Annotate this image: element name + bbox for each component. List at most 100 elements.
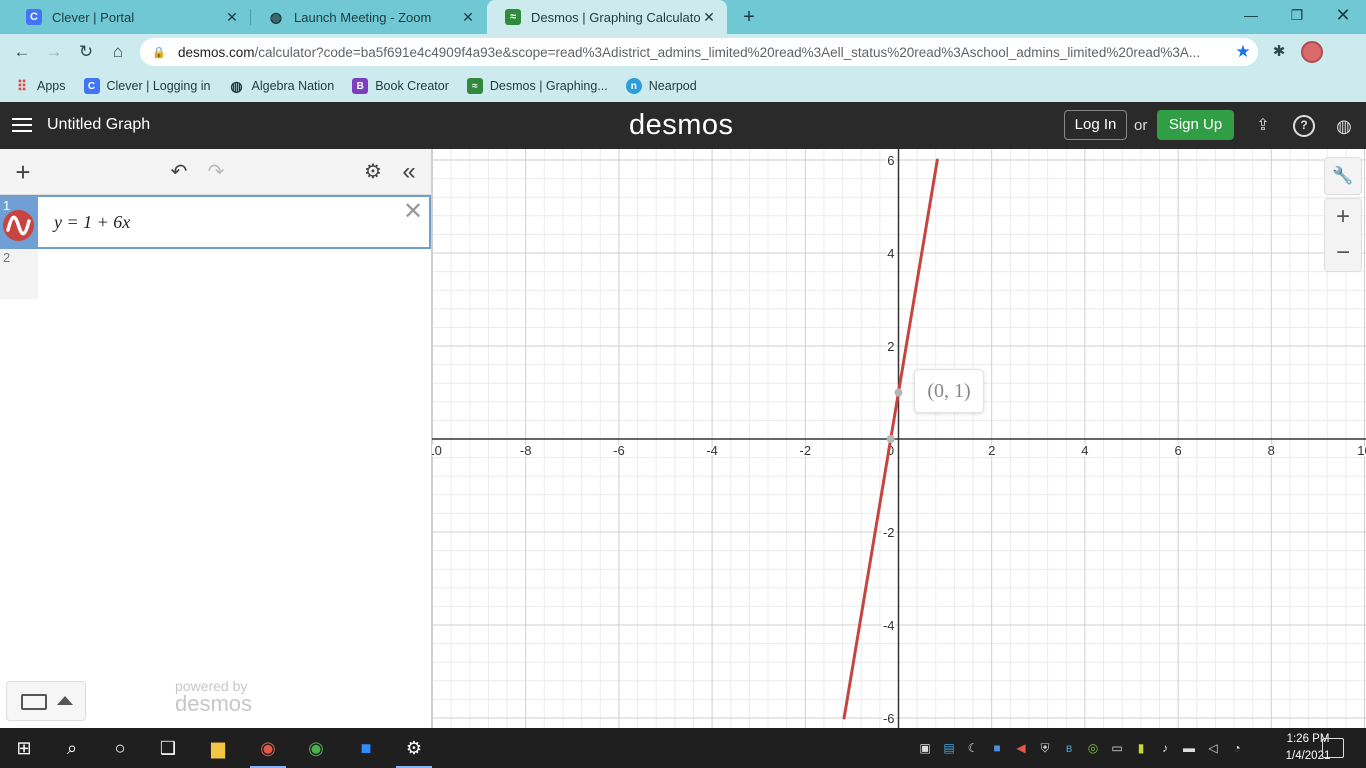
minimize-icon[interactable]: — (1228, 0, 1274, 32)
close-icon[interactable]: ✕ (701, 9, 717, 26)
redo-icon[interactable]: ↷ (203, 159, 229, 185)
y-tick-label: -2 (883, 525, 895, 540)
language-globe-icon[interactable]: ◍ (1333, 115, 1355, 137)
y-tick-label: -6 (883, 711, 895, 726)
new-tab-icon[interactable]: + (737, 5, 761, 29)
volume-icon[interactable]: ◁ (1205, 740, 1221, 756)
help-icon[interactable]: ? (1293, 115, 1315, 137)
nearpod-icon: n (625, 78, 642, 94)
bookmark-book-creator[interactable]: B Book Creator (352, 78, 449, 94)
bookmark-label: Desmos | Graphing... (489, 79, 608, 93)
tray-display-icon[interactable]: ▭ (1109, 740, 1125, 756)
tray-app-icon[interactable]: ▤ (941, 740, 957, 756)
collapse-panel-icon[interactable]: « (396, 159, 422, 185)
windows-taskbar: ⊞ ⌕ ○ ❑ ▆ ◉ ◉ ■ ⚙ ▣ ▤ ☾ ■ ◀ ⛨ ʙ ◎ ▭ ▮ ♪ … (0, 728, 1366, 768)
bookmark-label: Algebra Nation (251, 79, 335, 93)
extensions-puzzle-icon[interactable]: ✱ (1267, 40, 1291, 64)
tray-zoom-icon[interactable]: ■ (989, 740, 1005, 756)
expression-input[interactable]: y = 1 + 6x (54, 212, 130, 233)
restore-icon[interactable]: ❐ (1274, 0, 1320, 32)
zoom-in-icon[interactable]: + (1325, 199, 1361, 235)
add-item-icon[interactable]: + (10, 159, 36, 185)
graph-canvas[interactable]: -10-8-6-4-20246810-6-4-2246 (432, 149, 1366, 728)
settings-gear-icon[interactable]: ⚙ (360, 159, 386, 185)
cortana-icon[interactable]: ○ (96, 728, 144, 768)
profile-avatar[interactable] (1301, 41, 1323, 63)
back-icon[interactable]: ← (8, 38, 36, 66)
bookmark-nearpod[interactable]: n Nearpod (625, 78, 697, 94)
url-text[interactable]: desmos.com/calculator?code=ba5f691e4c490… (178, 45, 1228, 60)
address-bar[interactable]: 🔒 desmos.com/calculator?code=ba5f691e4c4… (140, 38, 1258, 66)
close-icon[interactable]: ✕ (224, 9, 240, 26)
chrome-profile-icon[interactable]: ◉ (244, 728, 292, 768)
tray-app-icon[interactable]: ◎ (1085, 740, 1101, 756)
bookmark-algebra-nation[interactable]: ◍ Algebra Nation (229, 78, 335, 94)
microphone-icon[interactable]: ♪ (1157, 740, 1173, 756)
curve-style-icon (6, 215, 31, 236)
close-icon[interactable]: ✕ (460, 9, 476, 26)
x-tick-label: -2 (800, 443, 812, 458)
tab-zoom[interactable]: ◍ Launch Meeting - Zoom ✕ (250, 0, 486, 34)
expression-row-2[interactable]: 2 (0, 249, 431, 299)
notification-center-icon[interactable] (1322, 738, 1344, 758)
caret-up-icon (57, 696, 73, 705)
expression-gutter: 1 (0, 197, 38, 247)
expression-gutter: 2 (0, 249, 38, 299)
home-icon[interactable]: ⌂ (104, 38, 132, 66)
hamburger-menu-icon[interactable] (12, 115, 32, 135)
bluetooth-icon[interactable]: ʙ (1061, 740, 1077, 756)
forward-icon[interactable]: → (40, 38, 68, 66)
tab-title: Desmos | Graphing Calculator (531, 9, 701, 25)
task-view-icon[interactable]: ❑ (144, 728, 192, 768)
tray-defender-icon[interactable]: ⛨ (1037, 740, 1053, 756)
tray-speaker-muted-icon[interactable]: ◀ (1013, 740, 1029, 756)
battery-icon[interactable]: ▬ (1181, 740, 1197, 756)
tray-moon-icon[interactable]: ☾ (965, 740, 981, 756)
undo-icon[interactable]: ↶ (166, 159, 192, 185)
expression-row-1[interactable]: 1 y = 1 + 6x ✕ (0, 195, 431, 249)
wifi-icon[interactable]: ◔ (1229, 740, 1245, 756)
settings-icon[interactable]: ⚙ (390, 728, 438, 768)
powered-by-logo: desmos (175, 691, 253, 716)
keypad-toggle-button[interactable] (6, 681, 86, 721)
bookmark-desmos[interactable]: ≈ Desmos | Graphing... (466, 78, 608, 94)
zoom-out-icon[interactable]: − (1325, 235, 1361, 271)
tab-clever[interactable]: C Clever | Portal ✕ (8, 0, 250, 34)
graph-settings-wrench-icon[interactable]: 🔧 (1324, 157, 1362, 195)
clever-icon: C (26, 9, 42, 25)
clever-icon: C (83, 78, 100, 94)
tab-desmos[interactable]: ≈ Desmos | Graphing Calculator ✕ (487, 0, 727, 34)
x-tick-label: 8 (1268, 443, 1275, 458)
y-tick-label: 6 (887, 153, 894, 168)
desmos-logo: desmos (629, 109, 734, 141)
bookmark-label: Clever | Logging in (106, 79, 211, 93)
apps-grid-icon: ⠿ (16, 77, 28, 94)
share-icon[interactable]: ⇪ (1252, 115, 1274, 137)
bookmark-label: Apps (37, 79, 66, 93)
x-tick-label: 2 (988, 443, 995, 458)
bookmark-label: Nearpod (648, 79, 697, 93)
bookmark-apps[interactable]: ⠿ Apps (14, 78, 66, 94)
chrome-icon[interactable]: ◉ (292, 728, 340, 768)
zoom-app-icon[interactable]: ■ (342, 728, 390, 768)
search-icon[interactable]: ⌕ (48, 728, 96, 768)
x-tick-label: 6 (1174, 443, 1181, 458)
desmos-icon: ≈ (466, 78, 483, 94)
window-close-icon[interactable]: ✕ (1320, 0, 1366, 32)
tray-app-icon[interactable]: ▮ (1133, 740, 1149, 756)
file-explorer-icon[interactable]: ▆ (194, 728, 242, 768)
bookmark-clever[interactable]: C Clever | Logging in (83, 78, 211, 94)
signup-button[interactable]: Sign Up (1157, 110, 1234, 140)
graph-visibility-toggle[interactable] (3, 210, 34, 241)
bookmark-star-icon[interactable]: ★ (1228, 42, 1258, 62)
graph-title[interactable]: Untitled Graph (47, 116, 150, 134)
point-coordinate-label[interactable]: (0, 1) (914, 369, 984, 413)
delete-expression-icon[interactable]: ✕ (401, 200, 425, 225)
keyboard-icon (21, 694, 47, 710)
login-button[interactable]: Log In (1064, 110, 1127, 140)
graph-paper[interactable]: -10-8-6-4-20246810-6-4-2246 (432, 149, 1366, 728)
powered-by-desmos: powered by desmos (175, 679, 252, 715)
tray-app-icon[interactable]: ▣ (917, 740, 933, 756)
reload-icon[interactable]: ↻ (72, 38, 100, 66)
windows-start-icon[interactable]: ⊞ (0, 728, 48, 768)
